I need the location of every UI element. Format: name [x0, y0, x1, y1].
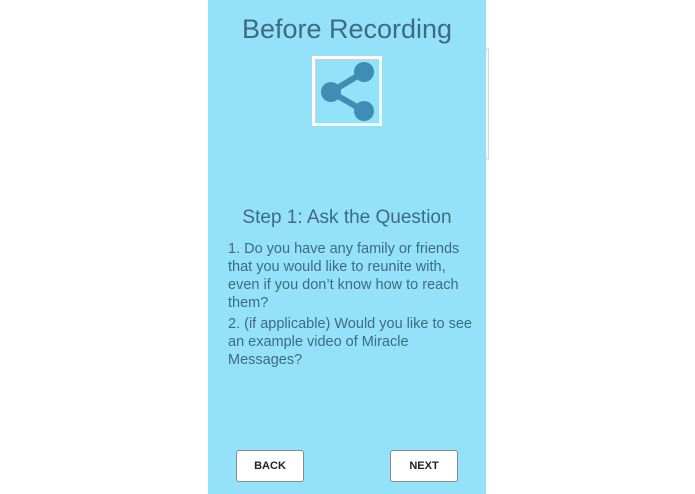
page-title: Before Recording	[241, 14, 453, 44]
back-button[interactable]: BACK	[236, 450, 304, 482]
question-2: 2. (if applicable) Would you like to see…	[228, 316, 472, 368]
question-list: 1. Do you have any family or friends tha…	[228, 240, 474, 369]
app-screen: Before Recording Step 1: Ask the Questio…	[208, 0, 486, 494]
share-button[interactable]	[312, 56, 382, 126]
step-title: Step 1: Ask the Question	[242, 207, 452, 228]
question-1: 1. Do you have any family or friends tha…	[228, 241, 460, 311]
next-button[interactable]: NEXT	[390, 450, 458, 482]
canvas: Before Recording Step 1: Ask the Questio…	[0, 0, 695, 494]
share-icon	[321, 62, 374, 121]
